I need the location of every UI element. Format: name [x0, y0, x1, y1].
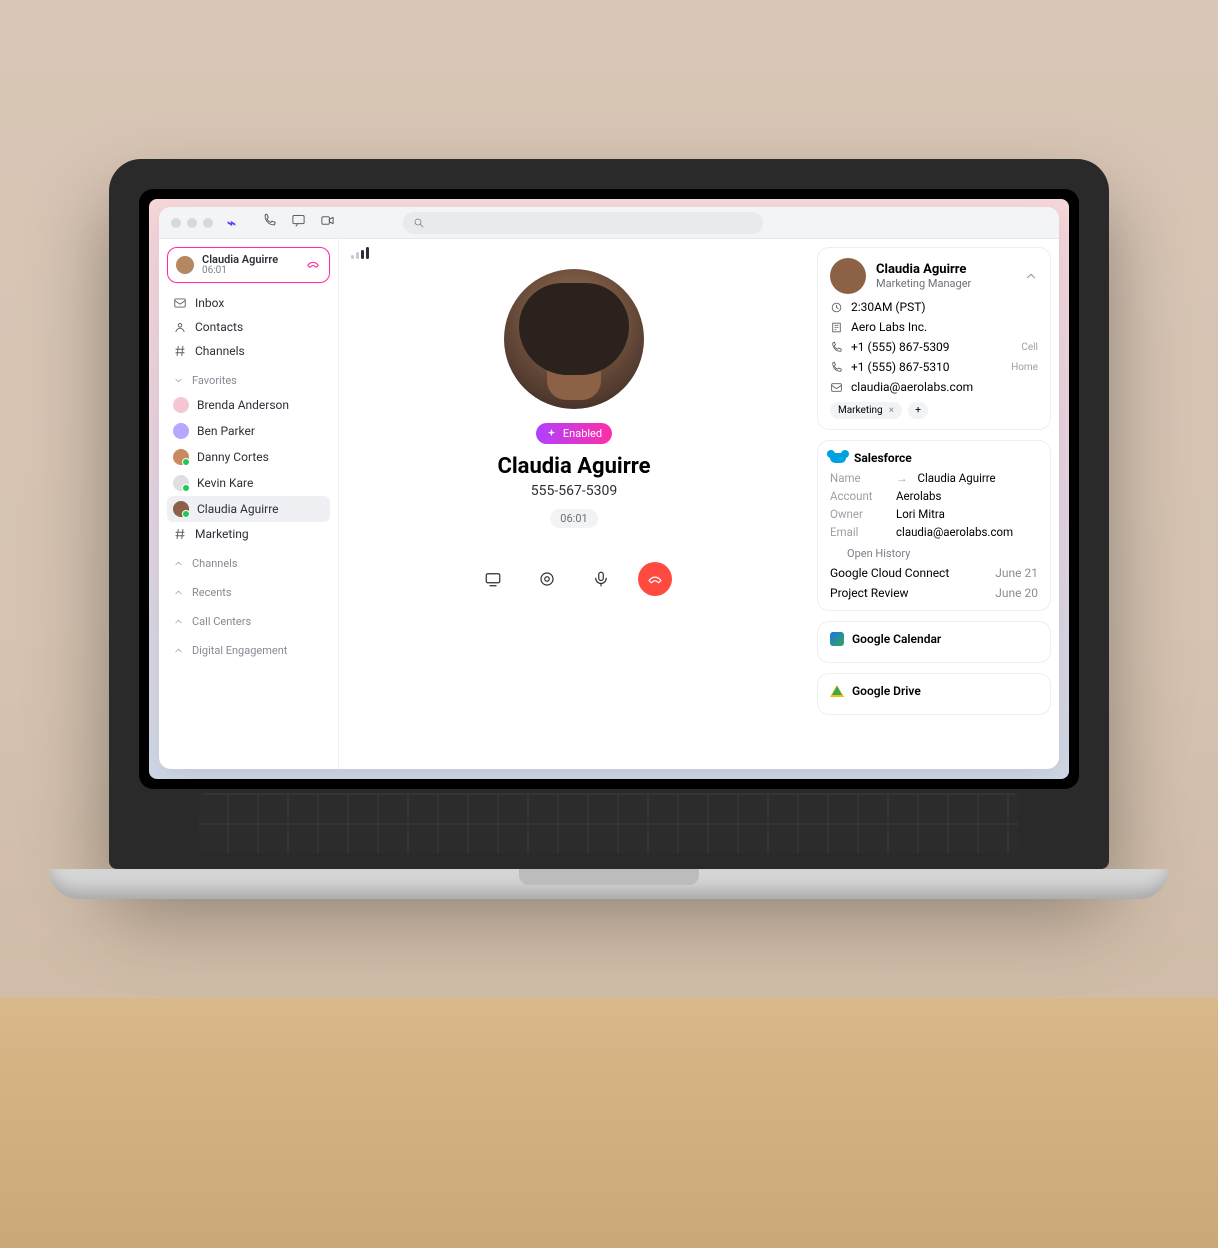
google-calendar-icon	[830, 632, 844, 646]
sidebar: Claudia Aguirre 06:01 Inbox	[159, 239, 339, 769]
window-controls[interactable]	[171, 218, 213, 228]
hangup-icon[interactable]	[305, 256, 321, 275]
nav-channels[interactable]: Channels	[167, 339, 330, 363]
profile-phone-cell[interactable]: +1 (555) 867-5309	[851, 340, 1013, 354]
avatar	[173, 449, 189, 465]
hash-icon	[173, 344, 187, 358]
section-favorites[interactable]: Favorites	[167, 369, 330, 392]
details-panel: Claudia Aguirre Marketing Manager 2:30AM…	[809, 239, 1059, 769]
open-history-toggle[interactable]: Open History	[830, 547, 1038, 560]
contacts-icon	[173, 320, 187, 334]
caller-name: Claudia Aguirre	[497, 454, 650, 479]
search-icon	[413, 217, 425, 229]
active-call-card[interactable]: Claudia Aguirre 06:01	[167, 247, 330, 283]
caller-avatar	[504, 269, 644, 409]
sf-email[interactable]: claudia@aerolabs.com	[896, 525, 1038, 539]
call-panel: Enabled Claudia Aguirre 555-567-5309 06:…	[339, 239, 809, 769]
mute-button[interactable]	[584, 562, 618, 596]
history-item[interactable]: Project Review June 20	[830, 586, 1038, 600]
active-call-duration: 06:01	[202, 266, 297, 277]
history-item[interactable]: Google Cloud Connect June 21	[830, 566, 1038, 580]
section-channels[interactable]: Channels	[167, 552, 330, 575]
hash-icon	[173, 527, 187, 541]
chevron-down-icon[interactable]	[1024, 451, 1038, 465]
salesforce-icon	[830, 453, 846, 463]
chevron-up-icon	[173, 645, 184, 656]
sidebar-favorite-item[interactable]: Brenda Anderson	[167, 392, 330, 418]
avatar	[173, 475, 189, 491]
signal-icon	[351, 247, 369, 259]
google-drive-card[interactable]: Google Drive	[817, 673, 1051, 715]
profile-name: Claudia Aguirre	[876, 262, 1014, 277]
chevron-up-icon[interactable]	[1024, 632, 1038, 646]
profile-card: Claudia Aguirre Marketing Manager 2:30AM…	[817, 247, 1051, 430]
call-controls	[476, 562, 672, 596]
app-window: ⌁	[159, 207, 1059, 769]
profile-email[interactable]: claudia@aerolabs.com	[851, 380, 1038, 394]
titlebar: ⌁	[159, 207, 1059, 239]
nav-inbox[interactable]: Inbox	[167, 291, 330, 315]
chevron-up-icon	[173, 616, 184, 627]
search-input[interactable]	[403, 212, 763, 234]
sparkle-icon	[546, 428, 557, 439]
chevron-up-icon	[173, 587, 184, 598]
add-tag-button[interactable]: +	[908, 402, 928, 419]
building-icon	[830, 321, 843, 334]
section-call-centers[interactable]: Call Centers	[167, 610, 330, 633]
sidebar-favorite-item[interactable]: Danny Cortes	[167, 444, 330, 470]
chevron-up-icon[interactable]	[1024, 684, 1038, 698]
remove-tag-icon[interactable]: ×	[889, 405, 894, 416]
tag-chip[interactable]: Marketing×	[830, 402, 902, 419]
video-icon[interactable]	[320, 213, 335, 232]
avatar	[173, 501, 189, 517]
google-drive-icon	[830, 685, 844, 697]
chevron-up-icon[interactable]	[1024, 269, 1038, 283]
sf-name[interactable]: Claudia Aguirre	[918, 471, 1039, 485]
sidebar-favorite-item[interactable]: Kevin Kare	[167, 470, 330, 496]
phone-icon	[830, 341, 843, 354]
inbox-icon	[173, 296, 187, 310]
chevron-down-icon	[830, 548, 841, 559]
end-call-button[interactable]	[638, 562, 672, 596]
salesforce-card: Salesforce Name→Claudia Aguirre AccountA…	[817, 440, 1051, 611]
sf-account[interactable]: Aerolabs	[896, 489, 1038, 503]
caller-phone: 555-567-5309	[531, 483, 617, 499]
chevron-down-icon	[173, 375, 184, 386]
mail-icon	[830, 381, 843, 394]
laptop-mockup: ⌁	[109, 159, 1109, 899]
nav-contacts[interactable]: Contacts	[167, 315, 330, 339]
clock-icon	[830, 301, 843, 314]
record-button[interactable]	[530, 562, 564, 596]
section-recents[interactable]: Recents	[167, 581, 330, 604]
profile-phone-home[interactable]: +1 (555) 867-5310	[851, 360, 1003, 374]
phone-icon[interactable]	[262, 213, 277, 232]
screenshare-button[interactable]	[476, 562, 510, 596]
ai-enabled-pill[interactable]: Enabled	[536, 423, 612, 444]
section-digital-engagement[interactable]: Digital Engagement	[167, 639, 330, 662]
profile-role: Marketing Manager	[876, 277, 1014, 290]
avatar	[176, 256, 194, 274]
active-call-name: Claudia Aguirre	[202, 254, 297, 266]
app-logo-icon: ⌁	[227, 214, 236, 232]
avatar	[830, 258, 866, 294]
sidebar-favorite-item[interactable]: Claudia Aguirre	[167, 496, 330, 522]
chevron-up-icon	[173, 558, 184, 569]
call-duration: 06:01	[550, 509, 597, 528]
profile-time: 2:30AM (PST)	[851, 300, 1038, 314]
google-calendar-card[interactable]: Google Calendar	[817, 621, 1051, 663]
phone-icon	[830, 361, 843, 374]
sidebar-favorite-item[interactable]: Ben Parker	[167, 418, 330, 444]
avatar	[173, 397, 189, 413]
avatar	[173, 423, 189, 439]
profile-company: Aero Labs Inc.	[851, 320, 1038, 334]
sf-owner[interactable]: Lori Mitra	[896, 507, 1038, 521]
chat-icon[interactable]	[291, 213, 306, 232]
sidebar-channel-item[interactable]: Marketing	[167, 522, 330, 546]
